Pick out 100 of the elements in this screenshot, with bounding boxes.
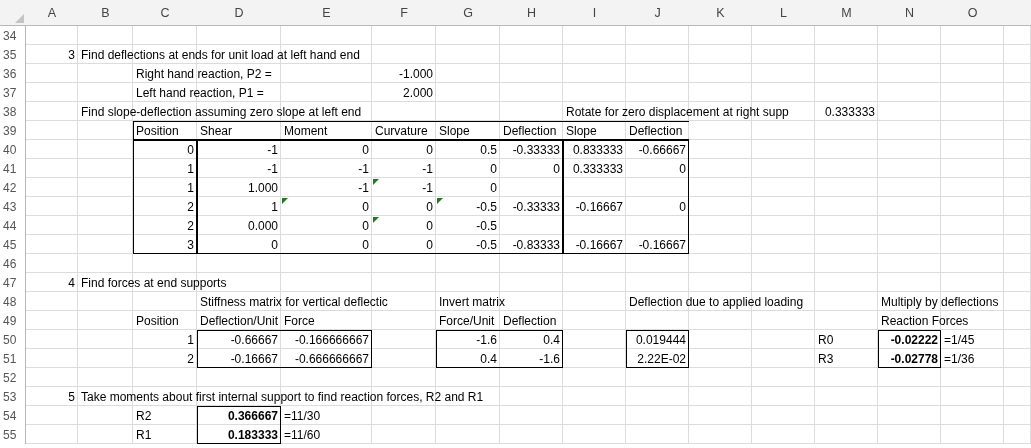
- numeric-value: 1: [187, 332, 194, 347]
- column-header[interactable]: M: [815, 0, 878, 26]
- numeric-value: -0.83333: [512, 237, 560, 252]
- label-text: Deflection/Unit: [200, 313, 279, 328]
- numeric-value: 2: [187, 199, 194, 214]
- row-number[interactable]: 36: [0, 64, 26, 83]
- numeric-value: -0.16667: [575, 237, 623, 252]
- label-text: Invert matrix: [439, 294, 505, 309]
- row-number[interactable]: 54: [0, 406, 26, 425]
- numeric-value: 4: [68, 275, 75, 290]
- error-indicator-icon[interactable]: [437, 198, 443, 204]
- numeric-value: 1: [271, 199, 278, 214]
- row-number[interactable]: 49: [0, 311, 26, 330]
- row-number[interactable]: 50: [0, 330, 26, 349]
- row-number[interactable]: 53: [0, 387, 26, 406]
- row-number[interactable]: 42: [0, 178, 26, 197]
- row-number[interactable]: 45: [0, 235, 26, 254]
- error-indicator-icon[interactable]: [373, 217, 379, 223]
- numeric-value: -0.5: [476, 199, 497, 214]
- label-text: Position: [136, 123, 179, 138]
- column-header[interactable]: C: [133, 0, 197, 26]
- row-number[interactable]: 38: [0, 102, 26, 121]
- column-header[interactable]: J: [626, 0, 689, 26]
- row-number[interactable]: 40: [0, 140, 26, 159]
- numeric-value: -1: [267, 161, 278, 176]
- column-header[interactable]: O: [941, 0, 1004, 26]
- row-number[interactable]: 48: [0, 292, 26, 311]
- label-text: Position: [136, 313, 179, 328]
- numeric-value: 0: [362, 218, 369, 233]
- label-text: Deflection: [503, 123, 557, 138]
- row-number[interactable]: 37: [0, 83, 26, 102]
- label-text: Find slope-deflection assuming zero slope at left end: [81, 104, 362, 119]
- numeric-value: 3: [68, 47, 75, 62]
- row-number[interactable]: 51: [0, 349, 26, 368]
- label-text: R1: [136, 427, 152, 442]
- numeric-value: -1.000: [398, 66, 433, 81]
- numeric-value: 3: [187, 237, 194, 252]
- row-number[interactable]: 46: [0, 254, 26, 273]
- column-header[interactable]: D: [197, 0, 281, 26]
- label-text: Moment: [284, 123, 328, 138]
- label-text: Take moments about first internal support to find reaction forces, R2 and R1: [81, 389, 484, 404]
- column-header[interactable]: I: [563, 0, 626, 26]
- label-text: Reaction Forces: [881, 313, 969, 328]
- numeric-value: 0: [553, 161, 560, 176]
- numeric-value: 0.333333: [572, 161, 623, 176]
- column-header[interactable]: E: [281, 0, 372, 26]
- row-number[interactable]: 41: [0, 159, 26, 178]
- error-indicator-icon[interactable]: [282, 198, 288, 204]
- numeric-value: 5: [68, 389, 75, 404]
- label-text: Deflection due to applied loading: [629, 294, 804, 309]
- numeric-value: -0.5: [476, 218, 497, 233]
- column-header[interactable]: B: [78, 0, 133, 26]
- column-header[interactable]: A: [26, 0, 78, 26]
- column-header[interactable]: G: [436, 0, 500, 26]
- numeric-value: -1: [422, 161, 433, 176]
- numeric-value: -1: [358, 180, 369, 195]
- row-number[interactable]: 35: [0, 45, 26, 64]
- column-header[interactable]: L: [752, 0, 815, 26]
- numeric-value: -0.16667: [638, 237, 686, 252]
- row-number[interactable]: 52: [0, 368, 26, 387]
- numeric-value: 0: [426, 237, 433, 252]
- numeric-value: 0.833333: [572, 142, 623, 157]
- numeric-value: -1: [422, 180, 433, 195]
- column-header[interactable]: K: [689, 0, 752, 26]
- error-indicator-icon[interactable]: [373, 179, 379, 185]
- column-header[interactable]: H: [500, 0, 563, 26]
- numeric-value: 0: [490, 180, 497, 195]
- column-header[interactable]: F: [372, 0, 436, 26]
- row-number[interactable]: 39: [0, 121, 26, 140]
- column-header[interactable]: N: [878, 0, 941, 26]
- row-number[interactable]: 44: [0, 216, 26, 235]
- label-text: Find deflections at ends for unit load at left hand end: [81, 47, 360, 62]
- table-border: [626, 330, 689, 368]
- numeric-value: 2: [187, 218, 194, 233]
- numeric-value: -1: [267, 142, 278, 157]
- label-text: Force/Unit: [439, 313, 495, 328]
- row-number[interactable]: 55: [0, 425, 26, 444]
- label-text: R2: [136, 408, 152, 423]
- numeric-value: 0.4: [543, 332, 560, 347]
- numeric-value: 0: [426, 199, 433, 214]
- label-text: Deflection: [503, 313, 557, 328]
- numeric-value: 2.22E-02: [637, 351, 686, 366]
- numeric-value: 0: [362, 142, 369, 157]
- label-text: R3: [818, 351, 834, 366]
- numeric-value: 2: [187, 351, 194, 366]
- label-text: =11/30: [284, 408, 321, 423]
- numeric-value: -0.16667: [230, 351, 278, 366]
- row-number[interactable]: 34: [0, 26, 26, 45]
- table-border: [878, 330, 941, 368]
- label-text: Rotate for zero displacement at right supp: [566, 104, 789, 119]
- row-number[interactable]: 47: [0, 273, 26, 292]
- numeric-value: 0.4: [480, 351, 497, 366]
- numeric-value: 0: [490, 161, 497, 176]
- row-number[interactable]: 43: [0, 197, 26, 216]
- numeric-value: -0.02778: [890, 351, 938, 366]
- numeric-value: -0.02222: [890, 332, 938, 347]
- numeric-value: 0: [426, 218, 433, 233]
- numeric-value: -0.66667: [230, 332, 278, 347]
- numeric-value: -1: [358, 161, 369, 176]
- label-text: Right hand reaction, P2 =: [136, 66, 272, 81]
